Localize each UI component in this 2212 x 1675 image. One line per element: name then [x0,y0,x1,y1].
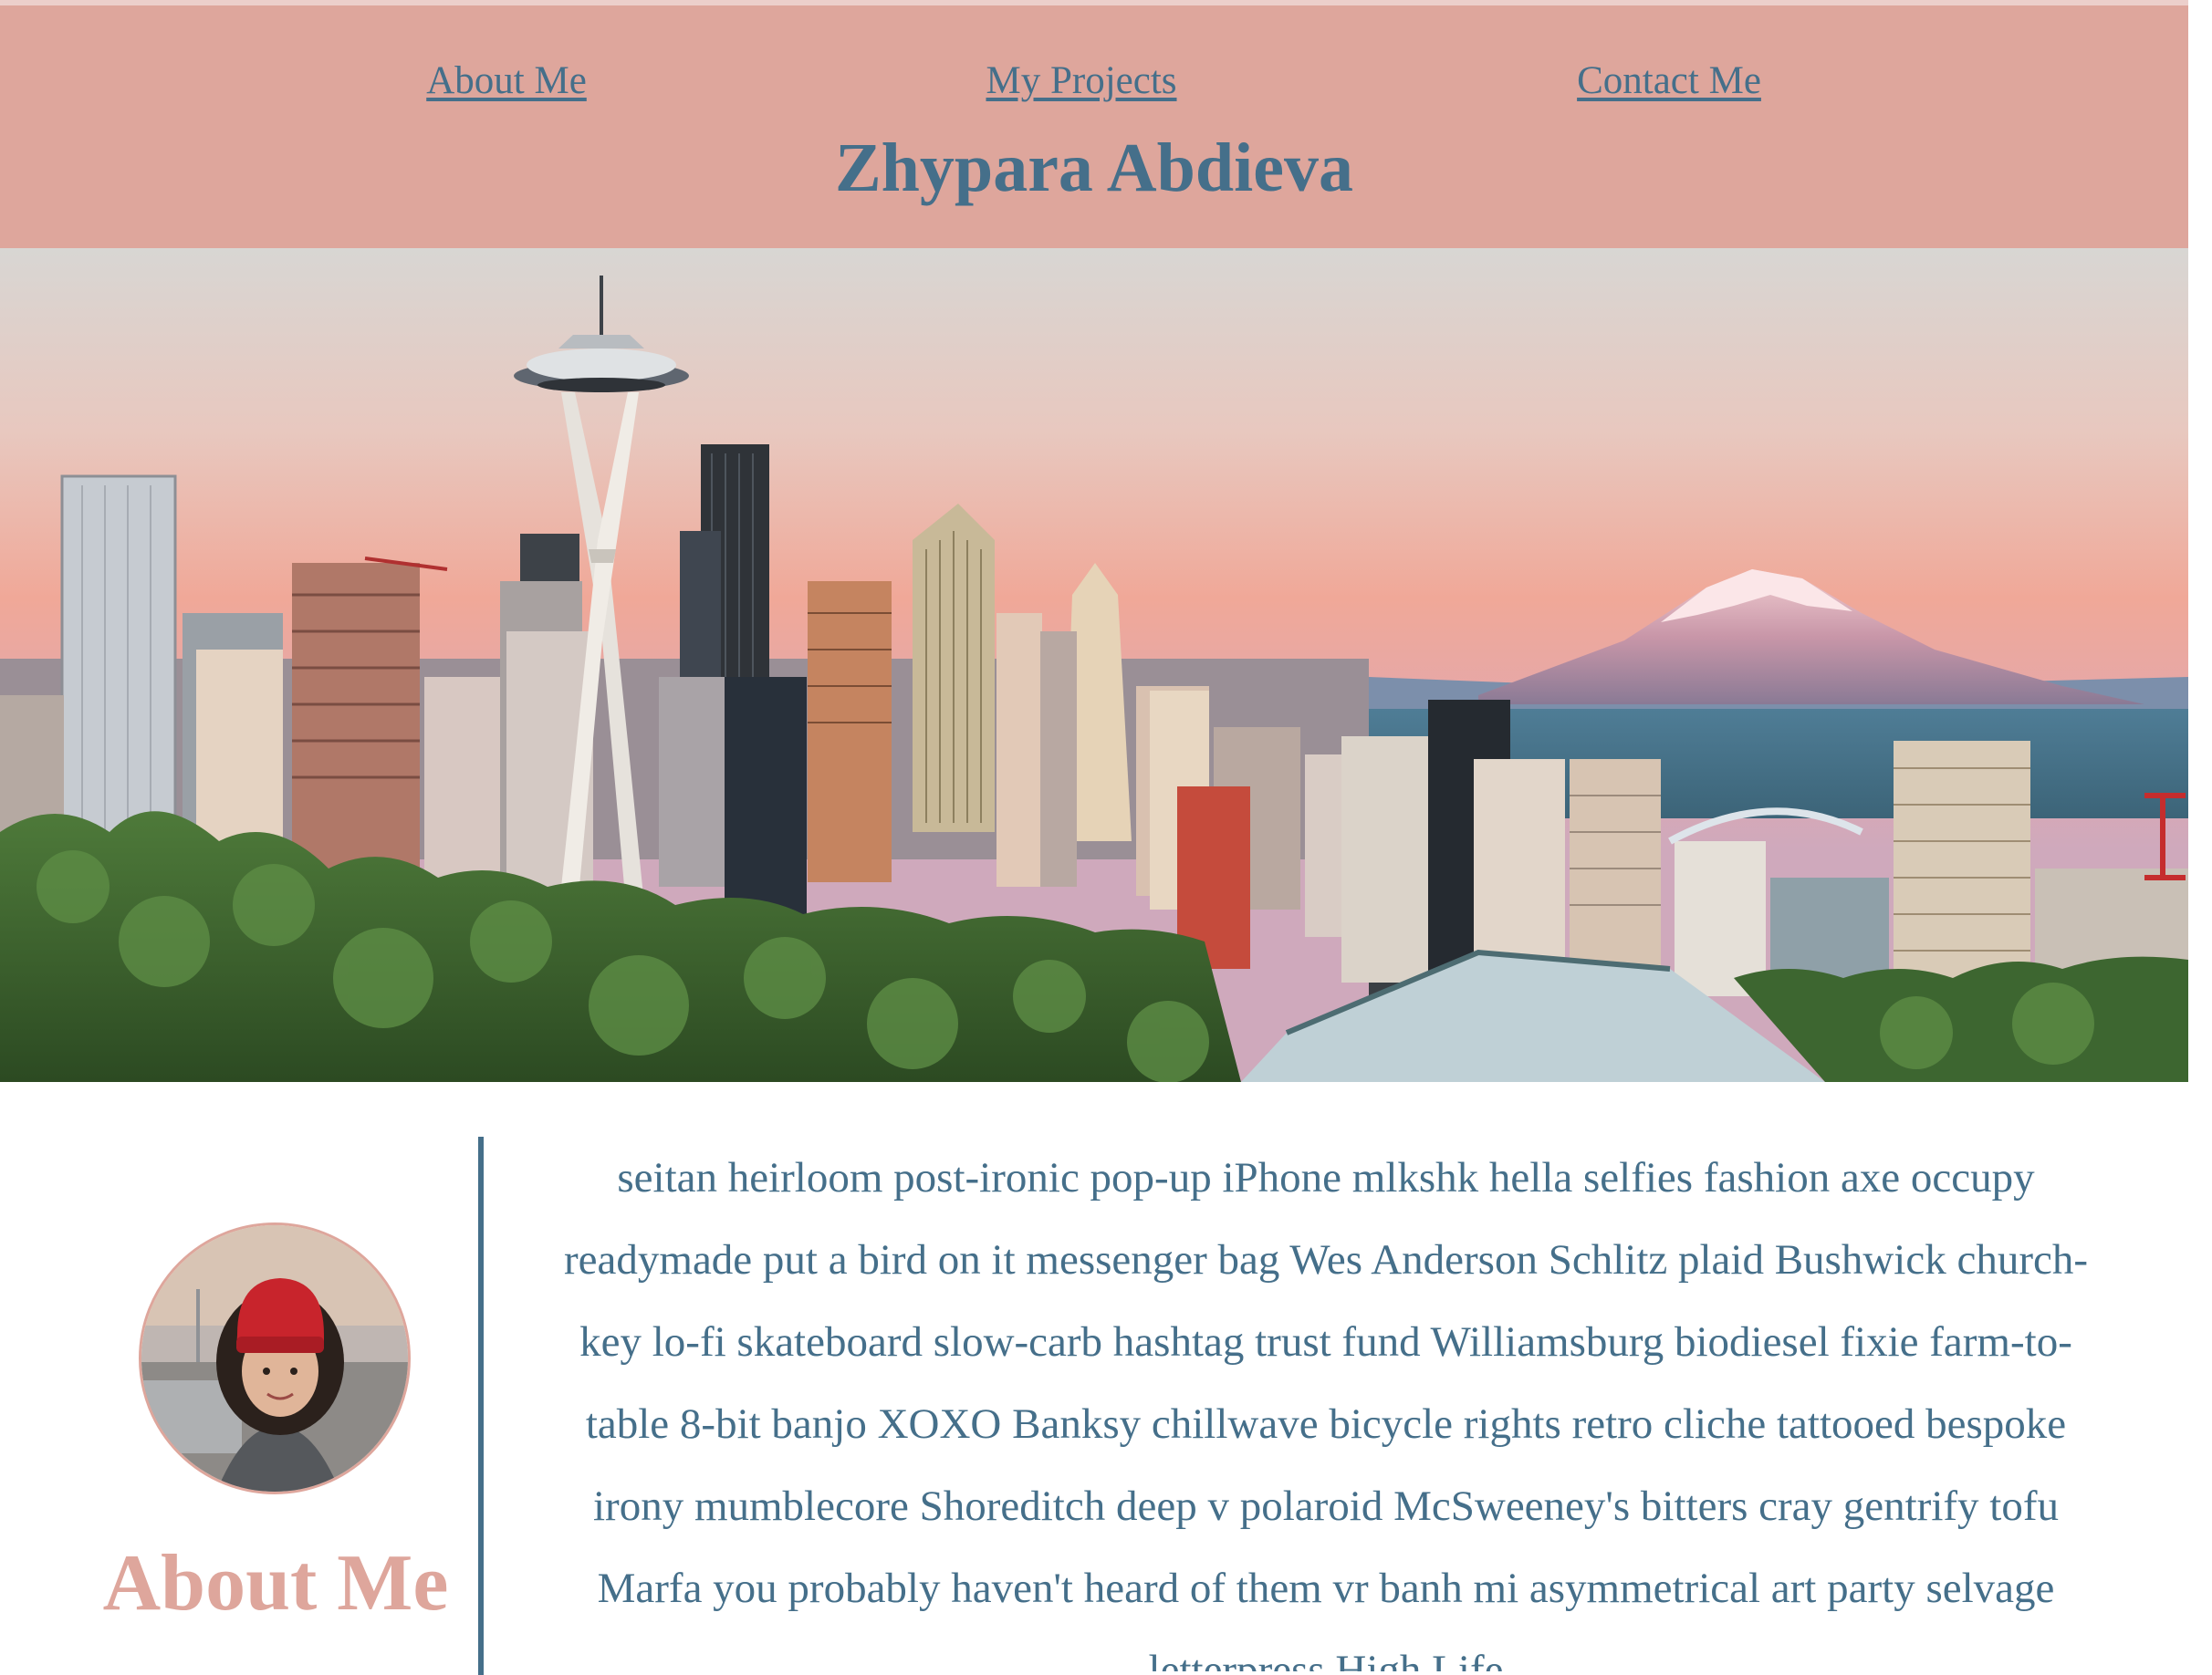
about-bio-text: seitan heirloom post-ironic pop-up iPhon… [564,1154,2088,1671]
section-divider [478,1137,484,1675]
nav-projects-link[interactable]: My Projects [986,58,1176,103]
profile-photo [139,1222,411,1494]
hero-image-seattle-skyline [0,248,2188,1082]
nav-contact-link[interactable]: Contact Me [1577,58,1761,103]
site-title: Zhypara Abdieva [834,130,1354,206]
site-header: About Me My Projects Contact Me Zhypara … [0,5,2188,248]
about-heading: About Me [102,1539,449,1628]
page-right-edge [2188,0,2212,1671]
nav-about-link[interactable]: About Me [426,58,587,103]
